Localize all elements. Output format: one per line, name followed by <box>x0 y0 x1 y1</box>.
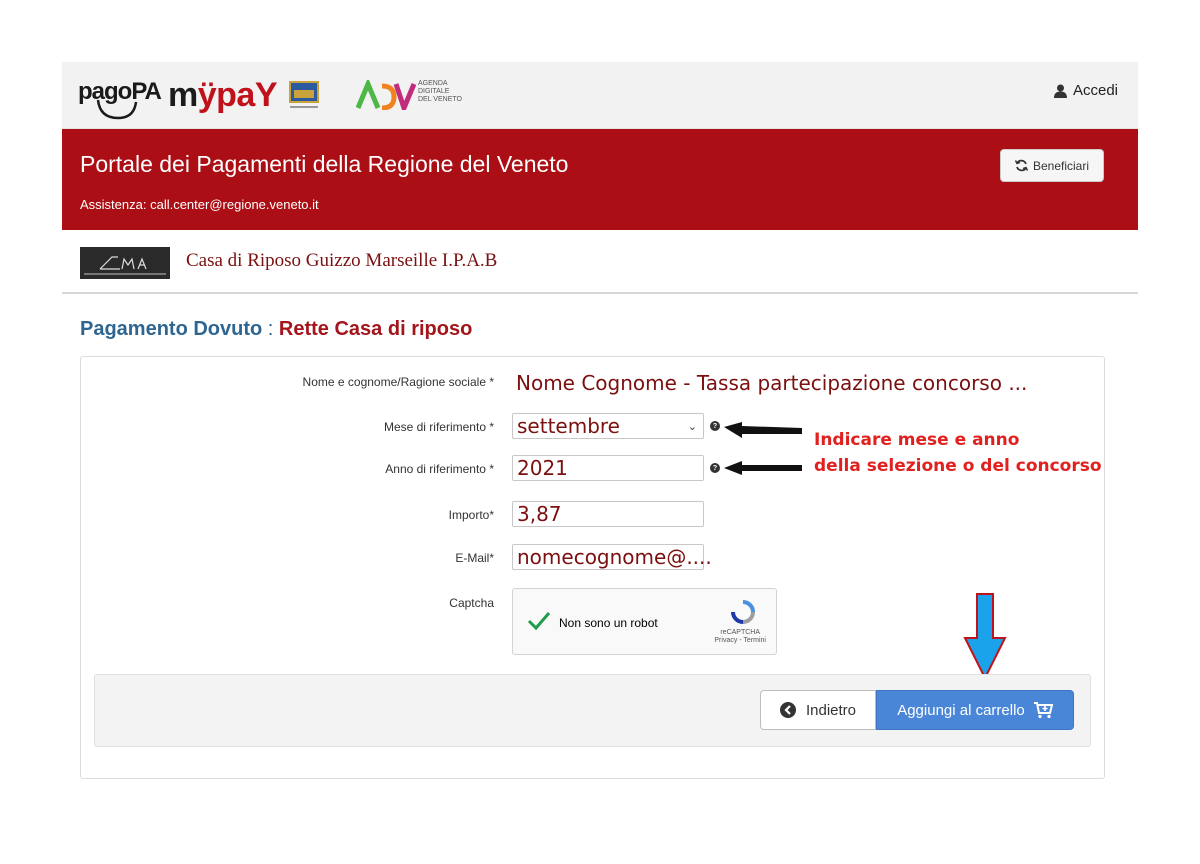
regione-veneto-logo[interactable] <box>288 80 320 114</box>
back-label: Indietro <box>805 701 857 719</box>
chevron-left-circle-icon <box>779 702 796 718</box>
year-help-icon[interactable]: ? <box>710 463 720 473</box>
cart-icon <box>1033 702 1053 719</box>
page-title-separator: : <box>262 318 279 340</box>
recaptcha-widget[interactable]: Non sono un robot reCAPTCHA Privacy - Te… <box>512 588 777 655</box>
user-icon <box>1053 84 1067 98</box>
name-value: Nome Cognome - Tassa partecipazione conc… <box>516 371 1028 395</box>
login-button[interactable]: Accedi <box>1053 82 1118 99</box>
page-title-service: Rette Casa di riposo <box>278 318 473 340</box>
year-value: 2021 <box>517 456 568 480</box>
entity-logo <box>80 247 170 279</box>
pagopa-logo[interactable]: pagoPA <box>78 78 162 120</box>
captcha-text: Non sono un robot <box>559 616 658 630</box>
beneficiari-label: Beneficiari <box>1032 158 1090 173</box>
year-arrow-annotation <box>724 461 802 475</box>
top-bar: pagoPA mÿpaY AGENDA DIGITALE DEL VENETO … <box>62 62 1138 129</box>
entity-bar: Casa di Riposo Guizzo Marseille I.P.A.B <box>62 230 1138 294</box>
cart-label: Aggiungi al carrello <box>897 701 1025 719</box>
name-field[interactable]: Nome Cognome - Tassa partecipazione conc… <box>512 368 1032 398</box>
month-help-icon[interactable]: ? <box>710 421 720 431</box>
amount-field[interactable]: 3,87 <box>512 501 704 527</box>
email-field[interactable]: nomecognome@.... <box>512 544 712 570</box>
beneficiari-button[interactable]: Beneficiari <box>1000 149 1104 182</box>
email-label: E-Mail* <box>455 551 494 565</box>
assistance-contact: Assistenza: call.center@regione.veneto.i… <box>80 197 319 212</box>
login-label: Accedi <box>1072 82 1118 99</box>
refresh-icon <box>1014 159 1028 172</box>
cart-arrow-annotation <box>963 593 1007 680</box>
year-field[interactable]: 2021 <box>512 455 704 481</box>
annotation-line-2: della selezione o del concorso <box>814 456 1102 476</box>
amount-label: Importo* <box>448 508 494 522</box>
amount-value: 3,87 <box>517 502 562 526</box>
portal-title: Portale dei Pagamenti della Regione del … <box>80 151 569 177</box>
chevron-down-icon: ⌄ <box>687 420 697 433</box>
recaptcha-links[interactable]: Privacy - Termini <box>714 637 766 644</box>
checkmark-icon[interactable] <box>527 611 551 631</box>
email-value: nomecognome@.... <box>517 545 712 569</box>
adv-logo-text: AGENDA DIGITALE DEL VENETO <box>418 80 462 103</box>
month-select[interactable]: settembre ⌄ <box>512 413 704 439</box>
back-button[interactable]: Indietro <box>760 690 876 730</box>
page-title-main: Pagamento Dovuto <box>80 318 263 340</box>
month-arrow-annotation <box>724 422 802 438</box>
page-title: Pagamento Dovuto : Rette Casa di riposo <box>80 318 472 341</box>
add-to-cart-button[interactable]: Aggiungi al carrello <box>876 690 1074 730</box>
name-label: Nome e cognome/Ragione sociale * <box>302 375 494 389</box>
mypay-logo[interactable]: mÿpaY <box>168 78 278 112</box>
portal-banner: Portale dei Pagamenti della Regione del … <box>62 129 1138 230</box>
pagopa-smile-icon <box>96 99 138 120</box>
recaptcha-brand: reCAPTCHA Privacy - Termini <box>714 629 766 644</box>
month-value: settembre <box>517 414 620 438</box>
recaptcha-icon <box>731 600 755 624</box>
month-label: Mese di riferimento * <box>383 420 494 434</box>
captcha-label: Captcha <box>449 596 494 610</box>
annotation-line-1: Indicare mese e anno <box>814 430 1020 450</box>
adv-logo[interactable]: AGENDA DIGITALE DEL VENETO <box>355 77 536 116</box>
entity-name: Casa di Riposo Guizzo Marseille I.P.A.B <box>186 250 498 271</box>
year-label: Anno di riferimento * <box>385 462 494 476</box>
